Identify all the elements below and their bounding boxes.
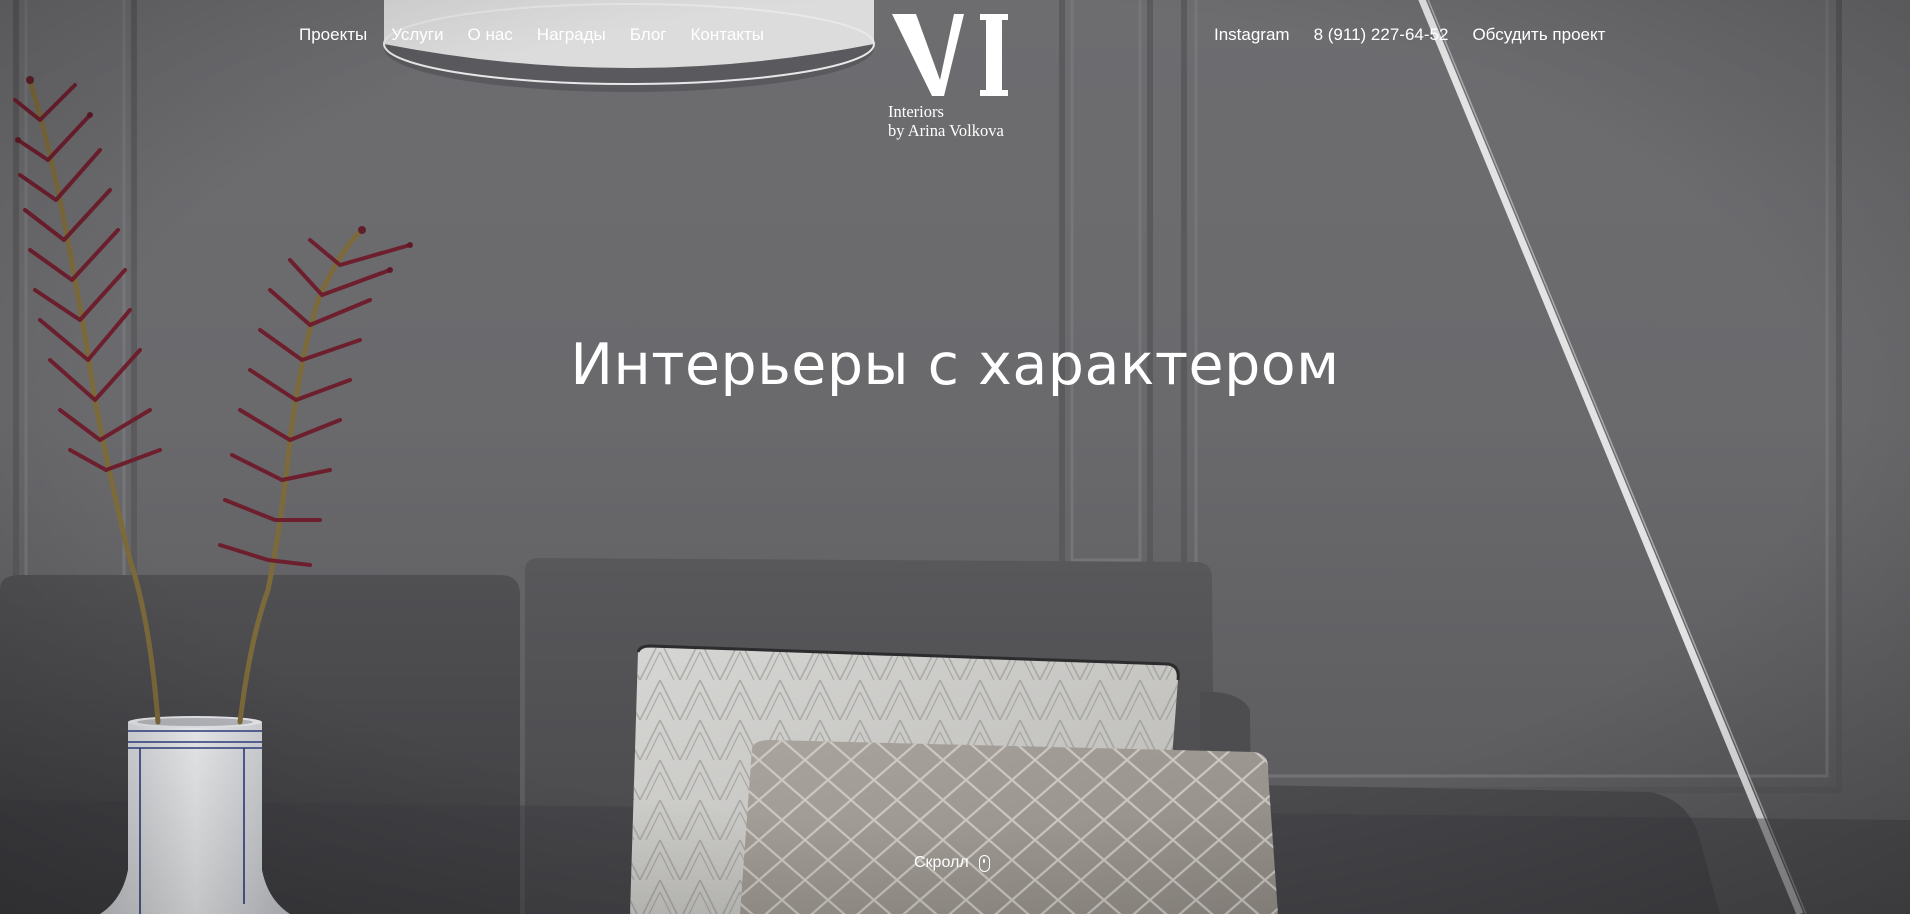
hero-headline: Интерьеры с характером <box>570 332 1340 398</box>
logo-text: Interiors by Arina Volkova <box>888 102 1028 140</box>
nav-link-blog[interactable]: Блог <box>630 24 667 46</box>
main-nav: Проекты Услуги О нас Награды Блог Контак… <box>299 24 764 46</box>
nav-link-about[interactable]: О нас <box>468 24 513 46</box>
nav-link-services[interactable]: Услуги <box>391 24 443 46</box>
phone-link[interactable]: 8 (911) 227-64-52 <box>1314 24 1449 46</box>
nav-link-awards[interactable]: Награды <box>537 24 606 46</box>
nav-link-contacts[interactable]: Контакты <box>691 24 764 46</box>
logo-line-author: by Arina Volkova <box>888 121 1004 140</box>
secondary-nav: Instagram 8 (911) 227-64-52 Обсудить про… <box>1214 24 1605 46</box>
scroll-label: Скролл <box>914 854 969 871</box>
mouse-icon <box>978 854 990 872</box>
discuss-project-link[interactable]: Обсудить проект <box>1472 24 1605 46</box>
site-logo[interactable]: Interiors by Arina Volkova <box>888 10 1028 140</box>
hero-section: Проекты Услуги О нас Награды Блог Контак… <box>0 0 1910 914</box>
logo-mark-vi <box>892 14 1008 96</box>
instagram-link[interactable]: Instagram <box>1214 24 1290 46</box>
scroll-indicator[interactable]: Скролл <box>914 853 990 873</box>
logo-line-interiors: Interiors <box>888 102 944 121</box>
nav-link-projects[interactable]: Проекты <box>299 24 367 46</box>
